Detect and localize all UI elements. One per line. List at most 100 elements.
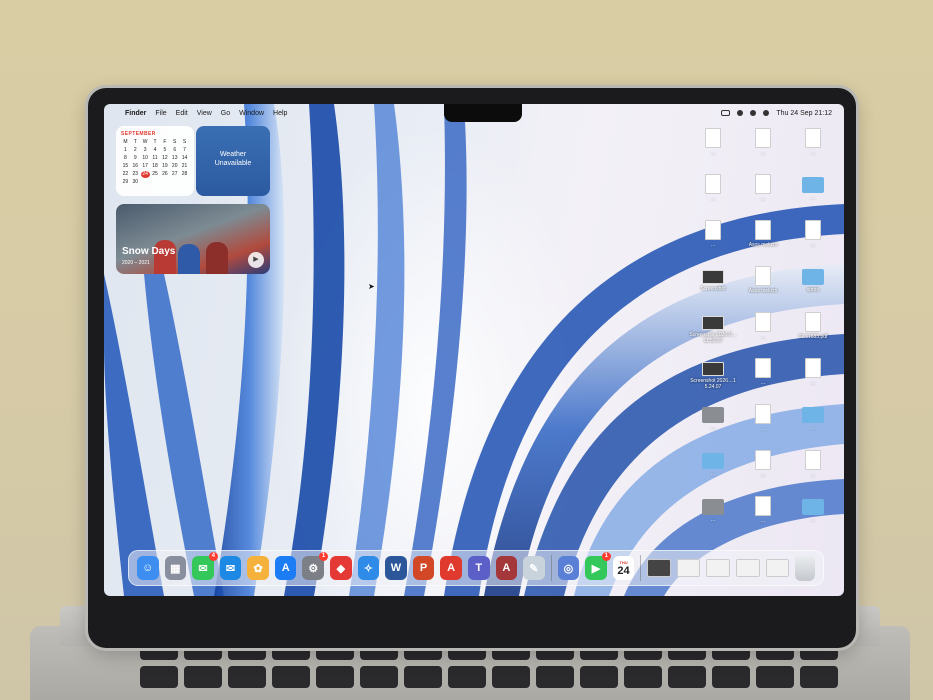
safari-icon: ✧ (363, 562, 374, 575)
menu-view[interactable]: View (197, 110, 212, 117)
dock-app-system-settings[interactable]: ⚙ 1 (302, 552, 329, 580)
dock-minimized-window[interactable] (706, 559, 730, 577)
menu-window[interactable]: Window (239, 110, 264, 117)
desktop-file-item[interactable]: Screenshot (688, 266, 738, 312)
calendar-date: 1 (124, 147, 127, 153)
dock-app-photos[interactable]: ✿ (247, 556, 269, 580)
key (756, 666, 794, 688)
calendar-date: 19 (162, 163, 168, 169)
menu-edit[interactable]: Edit (176, 110, 188, 117)
desktop-file-item[interactable]: … (688, 404, 738, 450)
dock-app-facetime[interactable]: ▶ 1 (585, 552, 611, 580)
dock-app-finder[interactable]: ☺ (137, 556, 159, 580)
document-icon (755, 220, 771, 240)
desktop-file-item[interactable]: … (688, 496, 738, 542)
battery-icon[interactable] (721, 110, 731, 116)
desktop-file-item[interactable]: sprdo (788, 266, 838, 312)
desktop-file-item[interactable]: … (738, 496, 788, 542)
desktop-file-item[interactable]: … (688, 450, 738, 496)
dock-app-teams[interactable]: T (467, 556, 490, 580)
calendar-today: 24 (140, 171, 150, 178)
desktop-file-item[interactable]: … (788, 450, 838, 496)
folder-icon (702, 499, 724, 515)
wifi-icon[interactable] (737, 110, 744, 116)
calendar-widget[interactable]: SEPTEMBER M T W T F S S 1 2 3 4 5 6 7 8 … (116, 126, 194, 196)
system-settings-icon: ⚙ (308, 562, 319, 575)
dock-app-app-red[interactable]: ◆ (330, 556, 352, 580)
play-icon[interactable]: ▶ (248, 252, 264, 268)
dock-app-access[interactable]: A (495, 556, 518, 580)
document-icon (755, 496, 771, 516)
weather-widget[interactable]: Weather Unavailable (196, 126, 270, 196)
desktop-file-label: … (760, 472, 766, 478)
document-icon (755, 174, 771, 194)
dock-app-mail[interactable]: ✉ (219, 556, 242, 580)
desktop-file-item[interactable]: … (688, 220, 738, 266)
calendar-app-day: 24 (617, 564, 630, 577)
desktop-file-item[interactable]: … (738, 174, 788, 220)
photos-widget[interactable]: Snow Days 2020 – 2021 ▶ (116, 204, 270, 274)
desktop-file-item[interactable]: … (788, 404, 838, 450)
desktop-file-item[interactable]: … (738, 312, 788, 358)
dock-app-word[interactable]: W (385, 556, 407, 580)
desktop-file-label: … (710, 242, 716, 248)
mail-icon: ✉ (225, 562, 236, 575)
calendar-dow: W (142, 139, 148, 145)
menu-app-name[interactable]: Finder (125, 110, 146, 117)
dock-app-calendar[interactable]: THU 24 (612, 556, 635, 580)
calendar-date: 18 (152, 163, 158, 169)
menu-go[interactable]: Go (221, 110, 230, 117)
desktop-file-label: … (810, 380, 816, 386)
dock-app-launchpad[interactable]: ▦ (164, 556, 187, 580)
calendar-date: 29 (122, 179, 129, 185)
desktop-file-label: … (810, 150, 816, 156)
dock-minimized-window[interactable] (765, 559, 790, 577)
desktop-file-item[interactable]: … (788, 128, 838, 174)
dock-minimized-window[interactable] (647, 559, 671, 577)
dock-app-app-store[interactable]: A (274, 556, 297, 580)
desktop-file-item[interactable]: … (738, 358, 788, 404)
desktop-file-item[interactable]: … (788, 496, 838, 542)
dock-app-safari[interactable]: ✧ (357, 556, 380, 580)
desktop-file-label: Screenshot 2026…15.24.07 (690, 378, 736, 390)
control-center-icon[interactable] (763, 110, 770, 116)
desktop-file-item[interactable]: … (688, 128, 738, 174)
word-icon: W (390, 562, 402, 574)
trash-icon[interactable] (795, 555, 815, 581)
dock-app-powerpoint[interactable]: P (412, 556, 435, 580)
dock-app-preview[interactable]: ✎ (523, 556, 545, 580)
desktop-file-item[interactable]: … (688, 174, 738, 220)
document-icon (705, 174, 721, 194)
desktop-file-item[interactable]: … (738, 404, 788, 450)
dock-app-messages[interactable]: ✉ 4 (192, 552, 218, 580)
desktop-file-item[interactable]: Screenshot 2026-0…11.58.37 (688, 312, 738, 358)
desktop-file-item[interactable]: Screenshot 2026…15.24.07 (688, 358, 738, 404)
weather-line-2: Unavailable (214, 160, 252, 167)
dock-minimized-window[interactable] (676, 559, 701, 577)
desktop-file-item[interactable]: … (738, 128, 788, 174)
desktop-file-item[interactable]: 02.11633.pdf (788, 312, 838, 358)
search-icon[interactable] (750, 110, 757, 116)
menu-help[interactable]: Help (273, 110, 287, 117)
menu-file[interactable]: File (155, 110, 166, 117)
desktop-file-label: 02.11633.pdf (798, 334, 828, 340)
messages-icon: ✉ (198, 562, 208, 575)
calendar-date: 11 (152, 155, 158, 161)
menu-clock[interactable]: Thu 24 Sep 21:12 (776, 110, 832, 117)
dock-app-chatgpt[interactable]: ◎ (557, 556, 580, 580)
desktop-file-item[interactable]: … (738, 450, 788, 496)
screenshot-thumbnail-icon (702, 270, 724, 284)
key (624, 666, 662, 688)
desktop-file-item[interactable]: Asos mekcm (738, 220, 788, 266)
desktop-file-item[interactable]: … (788, 220, 838, 266)
desktop-file-item[interactable]: … (788, 358, 838, 404)
dock-minimized-window[interactable] (735, 559, 760, 577)
desktop-file-item[interactable]: … (788, 174, 838, 220)
document-icon (755, 404, 771, 424)
desktop-file-label: Asos mekcm (748, 288, 778, 294)
document-icon (805, 358, 821, 378)
calendar-date: 23 (132, 171, 139, 177)
desktop-file-item[interactable]: Asos mekcm (738, 266, 788, 312)
document-icon (705, 128, 721, 148)
dock-app-acrobat[interactable]: A (440, 556, 462, 580)
